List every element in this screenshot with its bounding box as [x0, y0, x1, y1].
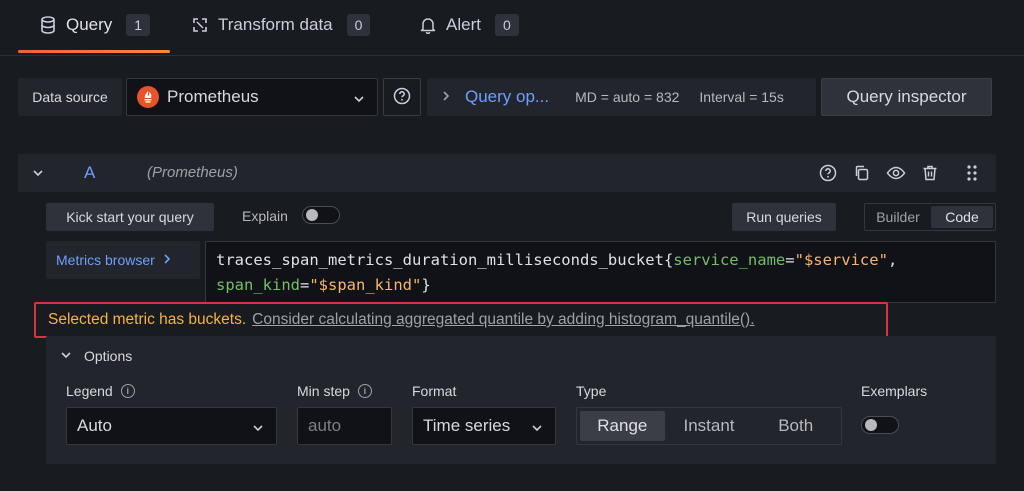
- prometheus-logo-icon: [137, 86, 159, 108]
- code-value-span-kind: "$span_kind": [309, 276, 422, 294]
- code-value-service: "$service": [794, 251, 888, 269]
- code-comma: ,: [887, 251, 898, 269]
- explain-label: Explain: [242, 208, 288, 224]
- tab-query-count: 1: [126, 14, 151, 36]
- exemplars-field-label: Exemplars: [861, 383, 927, 399]
- type-instant-option[interactable]: Instant: [667, 411, 752, 441]
- chevron-down-icon: [531, 419, 543, 439]
- help-icon[interactable]: [818, 163, 838, 183]
- code-line-1: traces_span_metrics_duration_millisecond…: [216, 248, 985, 273]
- code-close-brace: }: [421, 276, 431, 294]
- eye-icon[interactable]: [886, 163, 906, 183]
- collapse-chevron-icon[interactable]: [32, 166, 44, 182]
- query-inspector-button[interactable]: Query inspector: [821, 78, 992, 116]
- chevron-down-icon: [252, 419, 264, 439]
- transform-icon: [190, 15, 210, 35]
- query-row-header: A (Prometheus): [18, 154, 996, 192]
- run-queries-button[interactable]: Run queries: [732, 203, 836, 231]
- data-source-label: Data source: [18, 78, 122, 116]
- query-ref-id[interactable]: A: [84, 163, 95, 183]
- data-source-help-button[interactable]: [383, 78, 421, 116]
- tab-alert[interactable]: Alert 0: [418, 14, 519, 54]
- max-data-points-text: MD = auto = 832: [575, 89, 680, 105]
- chevron-right-icon: [163, 252, 171, 268]
- promql-code-editor[interactable]: traces_span_metrics_duration_millisecond…: [205, 241, 996, 303]
- warning-text: Selected metric has buckets.: [48, 311, 247, 328]
- format-field-label: Format: [412, 383, 456, 399]
- options-header[interactable]: Options: [60, 348, 132, 364]
- code-label-service-name: service_name: [673, 251, 786, 269]
- code-metric-name: traces_span_metrics_duration_millisecond…: [216, 251, 664, 269]
- type-range-option[interactable]: Range: [580, 411, 665, 441]
- data-source-value: Prometheus: [167, 87, 259, 106]
- options-title: Options: [84, 348, 133, 364]
- exemplars-label: Exemplars: [861, 383, 928, 399]
- format-value: Time series: [423, 416, 511, 435]
- min-step-field-label: Min step i: [297, 383, 372, 399]
- type-radio-group: Range Instant Both: [576, 407, 842, 445]
- min-step-input[interactable]: auto: [297, 407, 392, 445]
- query-options-toggle[interactable]: Query op... MD = auto = 832 Interval = 1…: [427, 78, 816, 116]
- trash-icon[interactable]: [920, 163, 940, 183]
- code-line-2: span_kind="$span_kind"}: [216, 273, 985, 298]
- tab-alert-count: 0: [494, 14, 519, 36]
- query-datasource-name: (Prometheus): [147, 164, 238, 181]
- format-select[interactable]: Time series: [412, 407, 556, 445]
- mode-builder-button[interactable]: Builder: [867, 206, 929, 228]
- tab-query[interactable]: Query 1: [38, 14, 151, 54]
- histogram-warning: Selected metric has buckets. Consider ca…: [34, 302, 888, 338]
- options-panel: Options Legend i Auto Min step i auto Fo…: [46, 336, 996, 464]
- type-label: Type: [576, 383, 607, 399]
- tab-transform-count: 0: [346, 14, 371, 36]
- duplicate-icon[interactable]: [852, 163, 872, 183]
- explain-toggle[interactable]: [302, 206, 340, 224]
- metrics-browser-label: Metrics browser: [56, 252, 155, 268]
- editor-mode-switch: Builder Code: [864, 203, 996, 231]
- info-icon[interactable]: i: [120, 384, 135, 398]
- chevron-down-icon: [60, 348, 72, 364]
- tab-query-label: Query: [66, 15, 113, 34]
- query-options-title: Query op...: [465, 87, 550, 106]
- database-icon: [38, 15, 58, 35]
- tab-transform-label: Transform data: [218, 15, 333, 34]
- min-step-label: Min step: [297, 383, 350, 399]
- chevron-right-icon: [441, 89, 451, 105]
- type-field-label: Type: [576, 383, 606, 399]
- tab-transform-data[interactable]: Transform data 0: [190, 14, 371, 54]
- bell-icon: [418, 15, 438, 35]
- type-both-option[interactable]: Both: [753, 411, 838, 441]
- exemplars-toggle[interactable]: [861, 416, 899, 434]
- metrics-browser-button[interactable]: Metrics browser: [46, 241, 200, 279]
- toggle-knob: [865, 419, 877, 431]
- format-label: Format: [412, 383, 457, 399]
- drag-handle-icon[interactable]: [962, 163, 982, 183]
- mode-code-button[interactable]: Code: [931, 206, 993, 228]
- active-tab-indicator: [18, 50, 170, 53]
- info-icon[interactable]: i: [357, 384, 372, 398]
- legend-select[interactable]: Auto: [66, 407, 277, 445]
- legend-field-label: Legend i: [66, 383, 135, 399]
- question-circle-icon: [393, 87, 411, 108]
- legend-value: Auto: [77, 416, 112, 435]
- toggle-knob: [306, 209, 318, 221]
- code-equals: =: [300, 276, 310, 294]
- interval-text: Interval = 15s: [699, 89, 784, 105]
- code-equals: =: [785, 251, 795, 269]
- code-open-brace: {: [663, 251, 674, 269]
- editor-tabs: Query 1 Transform data 0 Alert 0: [0, 0, 1024, 56]
- kick-start-query-button[interactable]: Kick start your query: [46, 203, 214, 231]
- chevron-down-icon: [353, 90, 365, 110]
- tab-alert-label: Alert: [446, 15, 481, 34]
- histogram-quantile-link[interactable]: Consider calculating aggregated quantile…: [252, 311, 754, 329]
- legend-label: Legend: [66, 383, 113, 399]
- data-source-select[interactable]: Prometheus: [126, 78, 378, 116]
- code-label-span-kind: span_kind: [216, 276, 300, 294]
